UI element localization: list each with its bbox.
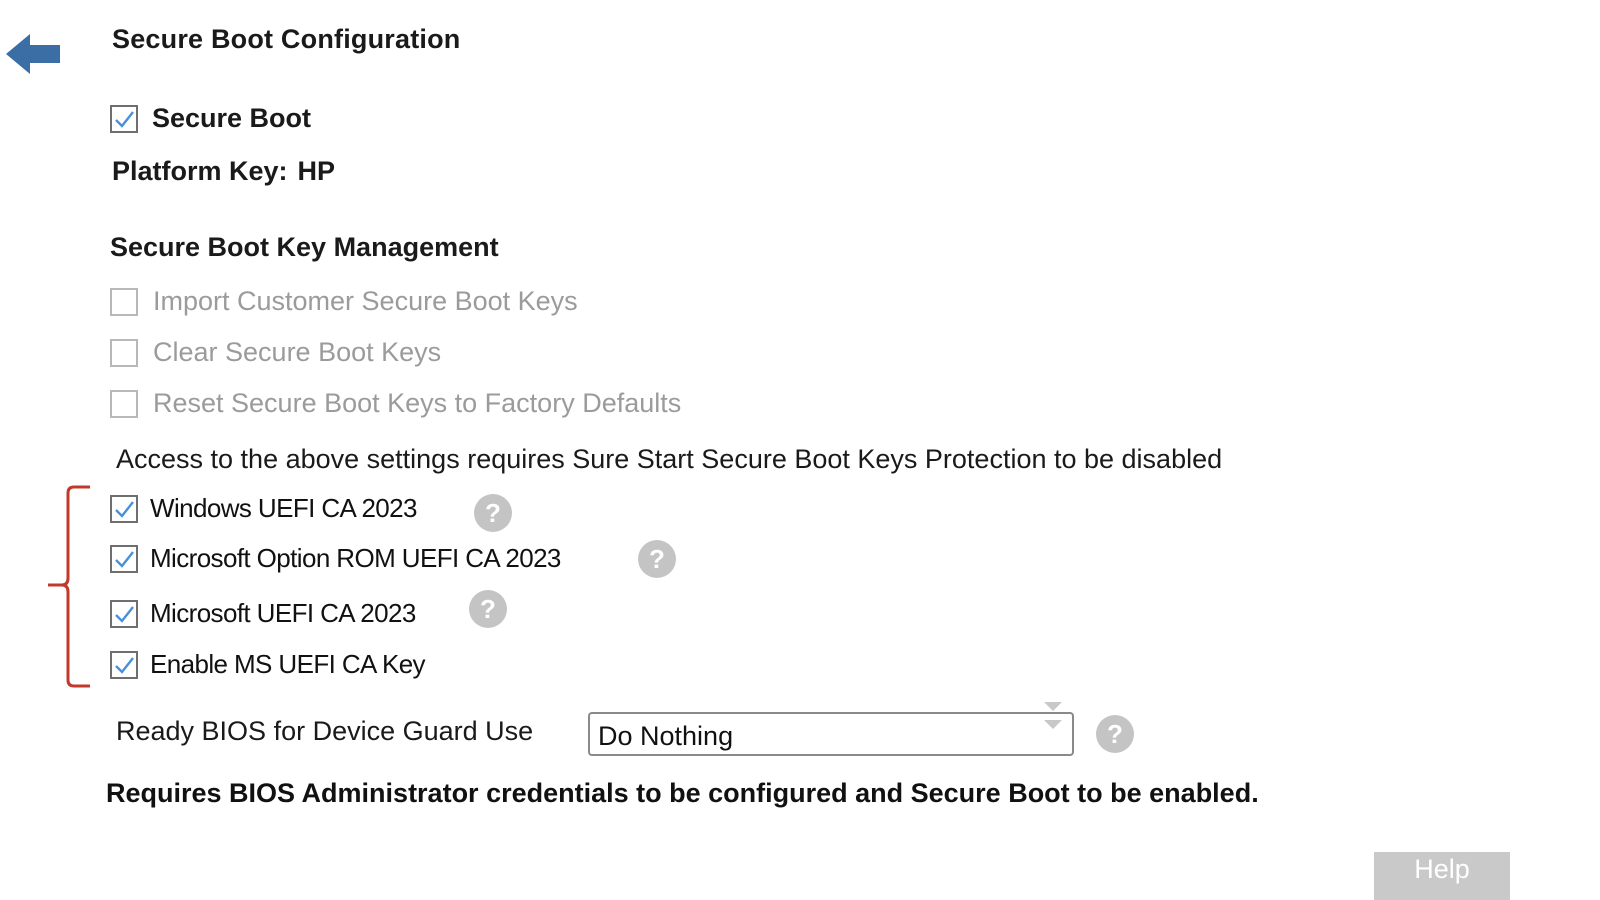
help-button[interactable]: Help: [1374, 852, 1510, 900]
secure-boot-checkbox[interactable]: [110, 104, 138, 133]
microsoft-uefi-ca-checkbox[interactable]: [110, 599, 138, 628]
checkmark-icon: [115, 605, 134, 623]
device-guard-select-value: Do Nothing: [598, 721, 734, 751]
device-guard-label: Ready BIOS for Device Guard Use: [116, 716, 534, 746]
page-title: Secure Boot Configuration: [112, 24, 461, 54]
help-icon[interactable]: ?: [638, 540, 676, 578]
help-icon[interactable]: ?: [474, 494, 512, 532]
microsoft-uefi-ca-label: Microsoft UEFI CA 2023: [150, 598, 416, 628]
protection-notice: Access to the above settings requires Su…: [116, 444, 1223, 474]
key-management-heading: Secure Boot Key Management: [110, 232, 499, 262]
help-icon[interactable]: ?: [469, 590, 507, 628]
checkmark-icon: [115, 110, 134, 128]
clear-keys-option[interactable]: Clear Secure Boot Keys: [110, 337, 441, 368]
enable-ms-uefi-ca-key-checkbox[interactable]: [110, 650, 138, 679]
option-rom-uefi-ca-label: Microsoft Option ROM UEFI CA 2023: [150, 543, 561, 573]
enable-ms-uefi-ca-key-option[interactable]: Enable MS UEFI CA Key: [110, 649, 426, 680]
dropdown-arrows-icon: [1044, 702, 1062, 729]
platform-key-label: Platform Key:: [112, 156, 288, 186]
reset-keys-option[interactable]: Reset Secure Boot Keys to Factory Defaul…: [110, 388, 681, 419]
enable-ms-uefi-ca-key-label: Enable MS UEFI CA Key: [150, 649, 426, 679]
platform-key: Platform Key: HP: [112, 156, 335, 187]
option-rom-uefi-ca-checkbox[interactable]: [110, 544, 138, 573]
requirement-text: Requires BIOS Administrator credentials …: [106, 778, 1259, 808]
windows-uefi-ca-option[interactable]: Windows UEFI CA 2023: [110, 493, 418, 524]
windows-uefi-ca-checkbox[interactable]: [110, 494, 138, 523]
reset-keys-checkbox[interactable]: [110, 389, 138, 418]
option-rom-uefi-ca-option[interactable]: Microsoft Option ROM UEFI CA 2023: [110, 543, 561, 574]
back-arrow-icon: [6, 34, 60, 74]
secure-boot-label: Secure Boot: [152, 103, 312, 133]
checkmark-icon: [115, 656, 134, 674]
device-guard-select[interactable]: Do Nothing: [588, 702, 1074, 756]
reset-keys-label: Reset Secure Boot Keys to Factory Defaul…: [153, 388, 682, 418]
microsoft-uefi-ca-option[interactable]: Microsoft UEFI CA 2023: [110, 598, 416, 629]
platform-key-value: HP: [297, 156, 336, 186]
checkmark-icon: [115, 500, 134, 518]
secure-boot-option[interactable]: Secure Boot: [110, 103, 311, 134]
help-icon[interactable]: ?: [1096, 715, 1134, 753]
import-keys-checkbox[interactable]: [110, 287, 138, 316]
bracket-annotation: [48, 485, 90, 688]
checkmark-icon: [115, 550, 134, 568]
windows-uefi-ca-label: Windows UEFI CA 2023: [150, 493, 418, 523]
import-keys-label: Import Customer Secure Boot Keys: [153, 286, 578, 316]
clear-keys-label: Clear Secure Boot Keys: [153, 337, 442, 367]
import-keys-option[interactable]: Import Customer Secure Boot Keys: [110, 286, 578, 317]
back-button[interactable]: [6, 34, 60, 74]
clear-keys-checkbox[interactable]: [110, 338, 138, 367]
